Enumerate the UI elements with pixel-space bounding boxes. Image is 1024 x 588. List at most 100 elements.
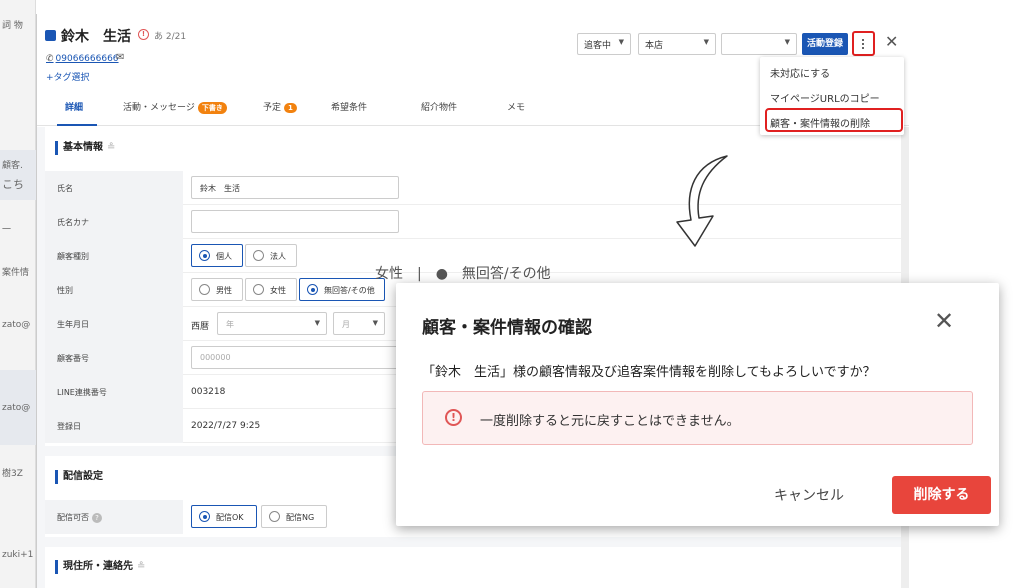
mail-icon[interactable]: ✉ [116, 52, 124, 63]
radio-circle [269, 511, 280, 522]
alert-count: あ 2/21 [154, 32, 187, 42]
customer-name: 鈴木 生活 [61, 29, 131, 45]
radio-circle [307, 284, 318, 295]
chevron-down-icon: ▼ [372, 319, 378, 327]
field-label: 配信可否? [45, 500, 183, 534]
month-placeholder: 月 [342, 320, 350, 329]
field-label: 氏名カナ [45, 205, 183, 239]
bg-text: zato@ [2, 403, 31, 413]
draft-badge: 下書き [197, 102, 227, 114]
gender-radio-male[interactable]: 男性 [191, 278, 243, 301]
store-select[interactable]: 本店 ▼ [638, 33, 716, 55]
user-icon: ≗ [137, 561, 146, 572]
status-select[interactable]: 追客中 ▼ [577, 33, 631, 55]
tab-label: 予定 [263, 103, 282, 113]
birth-year-select[interactable]: 年 ▼ [217, 312, 327, 335]
radio-circle [199, 284, 210, 295]
radio-label: 無回答/その他 [324, 286, 375, 295]
close-icon[interactable]: ✕ [934, 307, 954, 335]
tab-properties[interactable]: 紹介物件 [421, 100, 457, 113]
dialog-title: 顧客・案件情報の確認 [422, 318, 592, 338]
tab-label: 活動・メッセージ [123, 103, 195, 113]
kana-input[interactable] [191, 210, 399, 233]
bg-text: 案件情 [2, 268, 30, 278]
tab-label: 紹介物件 [421, 103, 458, 113]
chevron-down-icon: ▼ [703, 38, 709, 46]
radio-circle [199, 250, 210, 261]
field-row-name: 氏名 鈴木 生活 [45, 171, 905, 205]
chevron-down-icon: ▼ [314, 319, 320, 327]
warning-text: 一度削除すると元に戻すことはできません。 [480, 414, 740, 429]
customer-icon [45, 30, 56, 41]
status-value: 追客中 [584, 41, 612, 51]
field-label: LINE連携番号 [45, 375, 183, 409]
tab-schedule[interactable]: 予定 1 [263, 100, 297, 113]
tab-activity[interactable]: 活動・メッセージ 下書き [123, 100, 227, 114]
field-label: 登録日 [45, 409, 183, 443]
gender-radio-female[interactable]: 女性 [245, 278, 297, 301]
menu-item-mark-unhandled[interactable]: 未対応にする [760, 65, 904, 80]
phone-number: 09066666666 [55, 54, 119, 64]
type-radio-corporate[interactable]: 法人 [245, 244, 297, 267]
detail-tabs: 詳細 活動・メッセージ 下書き 予定 1 希望条件 紹介物件 メモ [37, 96, 597, 126]
assignee-select[interactable]: ▼ [721, 33, 797, 55]
store-value: 本店 [645, 41, 664, 51]
more-vert-icon [862, 39, 864, 41]
tag-select-link[interactable]: +タグ選択 [46, 70, 90, 83]
tab-label: 詳細 [65, 103, 84, 113]
more-vert-icon [862, 47, 864, 49]
cancel-button[interactable]: キャンセル [774, 485, 844, 505]
radio-label: 男性 [216, 286, 232, 295]
section-title: 現住所・連絡先 ≗ [55, 560, 145, 574]
registered-value: 2022/7/27 9:25 [191, 421, 261, 431]
bg-text: zuki+1 [2, 550, 34, 560]
bg-text: 詞 物 [2, 21, 23, 31]
tab-memo[interactable]: メモ [507, 100, 525, 113]
field-label-text: 配信可否 [57, 513, 89, 522]
dialog-message: 「鈴木 生活」様の顧客情報及び追客案件情報を削除してもよろしいですか？ [422, 365, 876, 380]
field-row-kana: 氏名カナ [45, 205, 905, 239]
field-label: 性別 [45, 273, 183, 307]
delivery-radio-ng[interactable]: 配信NG [261, 505, 327, 528]
era-label: 西暦 [191, 322, 210, 332]
activity-register-button[interactable]: 活動登録 [802, 33, 848, 55]
menu-item-copy-mypage-url[interactable]: マイページURLのコピー [760, 90, 904, 105]
delete-button[interactable]: 削除する [892, 476, 991, 514]
radio-circle [253, 284, 264, 295]
schedule-badge: 1 [284, 103, 297, 113]
close-icon[interactable]: ✕ [885, 32, 898, 51]
bg-text: 樹3Z [2, 469, 23, 479]
delivery-radio-ok[interactable]: 配信OK [191, 505, 257, 528]
birth-month-select[interactable]: 月 ▼ [333, 312, 385, 335]
section-title: 基本情報 ≗ [55, 141, 115, 155]
user-icon: ≗ [107, 142, 116, 153]
more-vert-icon [862, 43, 864, 45]
help-icon[interactable]: ? [92, 513, 102, 523]
chevron-down-icon: ▼ [784, 38, 790, 46]
year-placeholder: 年 [226, 320, 234, 329]
radio-label: 法人 [270, 252, 286, 261]
delete-confirm-dialog: 顧客・案件情報の確認 ✕ 「鈴木 生活」様の顧客情報及び追客案件情報を削除しても… [396, 283, 999, 526]
bg-text: こち [2, 178, 24, 191]
customer-no-input[interactable]: 000000 [191, 346, 399, 369]
radio-label: 女性 [270, 286, 286, 295]
radio-circle [199, 511, 210, 522]
more-menu-button[interactable] [852, 31, 875, 56]
type-radio-individual[interactable]: 個人 [191, 244, 243, 267]
tab-preferences[interactable]: 希望条件 [331, 100, 367, 113]
section-title: 配信設定 [55, 470, 103, 484]
active-tab-indicator [57, 124, 97, 126]
line-value: 003218 [191, 387, 226, 397]
alert-icon[interactable]: ! [138, 29, 149, 40]
phone-link[interactable]: ✆ 09066666666 [46, 54, 119, 64]
address-section: 現住所・連絡先 ≗ [45, 547, 905, 588]
menu-item-highlight [765, 108, 903, 132]
tab-details[interactable]: 詳細 [65, 100, 83, 113]
curved-arrow-icon [676, 155, 728, 247]
phone-icon: ✆ [46, 54, 54, 64]
name-input[interactable]: 鈴木 生活 [191, 176, 399, 199]
bg-text: zato@ [2, 320, 31, 330]
section-title-text: 基本情報 [63, 142, 103, 153]
gender-radio-other[interactable]: 無回答/その他 [299, 278, 385, 301]
bg-text: 顧客. [2, 161, 23, 171]
